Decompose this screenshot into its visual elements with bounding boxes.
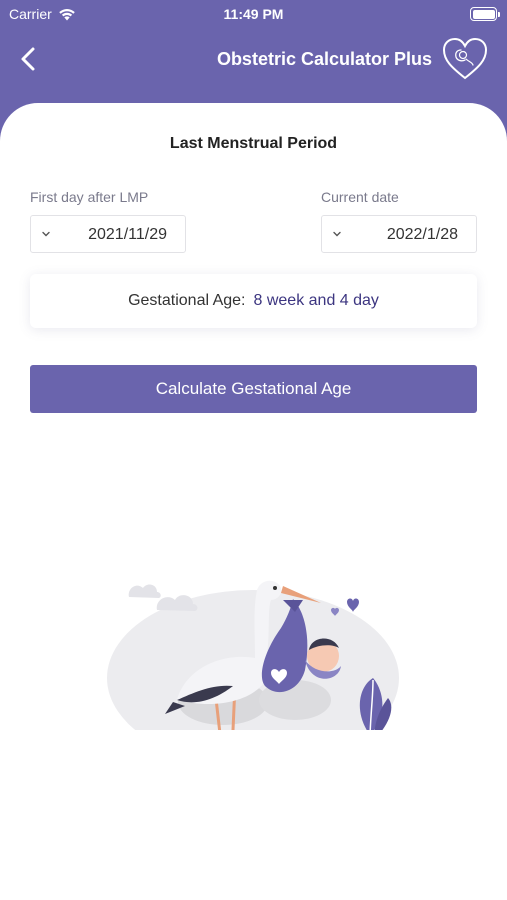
chevron-down-icon xyxy=(333,231,341,237)
current-date-label: Current date xyxy=(321,189,399,205)
calculate-button[interactable]: Calculate Gestational Age xyxy=(30,365,477,413)
lmp-date-picker[interactable]: 2021/11/29 xyxy=(30,215,186,253)
heart-logo-icon xyxy=(442,37,488,80)
chevron-down-icon xyxy=(42,231,50,237)
lmp-label: First day after LMP xyxy=(30,189,149,205)
gestational-age-result: Gestational Age: 8 week and 4 day xyxy=(30,274,477,328)
battery-icon xyxy=(470,7,500,21)
section-title: Last Menstrual Period xyxy=(169,135,338,152)
current-date-picker[interactable]: 2022/1/28 xyxy=(321,215,477,253)
status-bar: Carrier 11:49 PM xyxy=(0,0,507,30)
status-time: 11:49 PM xyxy=(223,6,284,22)
nav-bar: Obstetric Calculator Plus xyxy=(0,30,507,100)
chevron-left-icon xyxy=(21,47,35,71)
gestational-age-value: 8 week and 4 day xyxy=(253,292,379,309)
back-button[interactable] xyxy=(14,44,44,74)
lmp-date-value: 2021/11/29 xyxy=(88,226,167,243)
current-date-value: 2022/1/28 xyxy=(386,226,458,243)
gestational-age-label: Gestational Age: xyxy=(128,292,246,309)
page-title: Obstetric Calculator Plus xyxy=(216,49,432,69)
stork-illustration xyxy=(107,580,399,730)
app-screen: Carrier 11:49 PM Obstetric Calculator Pl… xyxy=(0,0,507,900)
